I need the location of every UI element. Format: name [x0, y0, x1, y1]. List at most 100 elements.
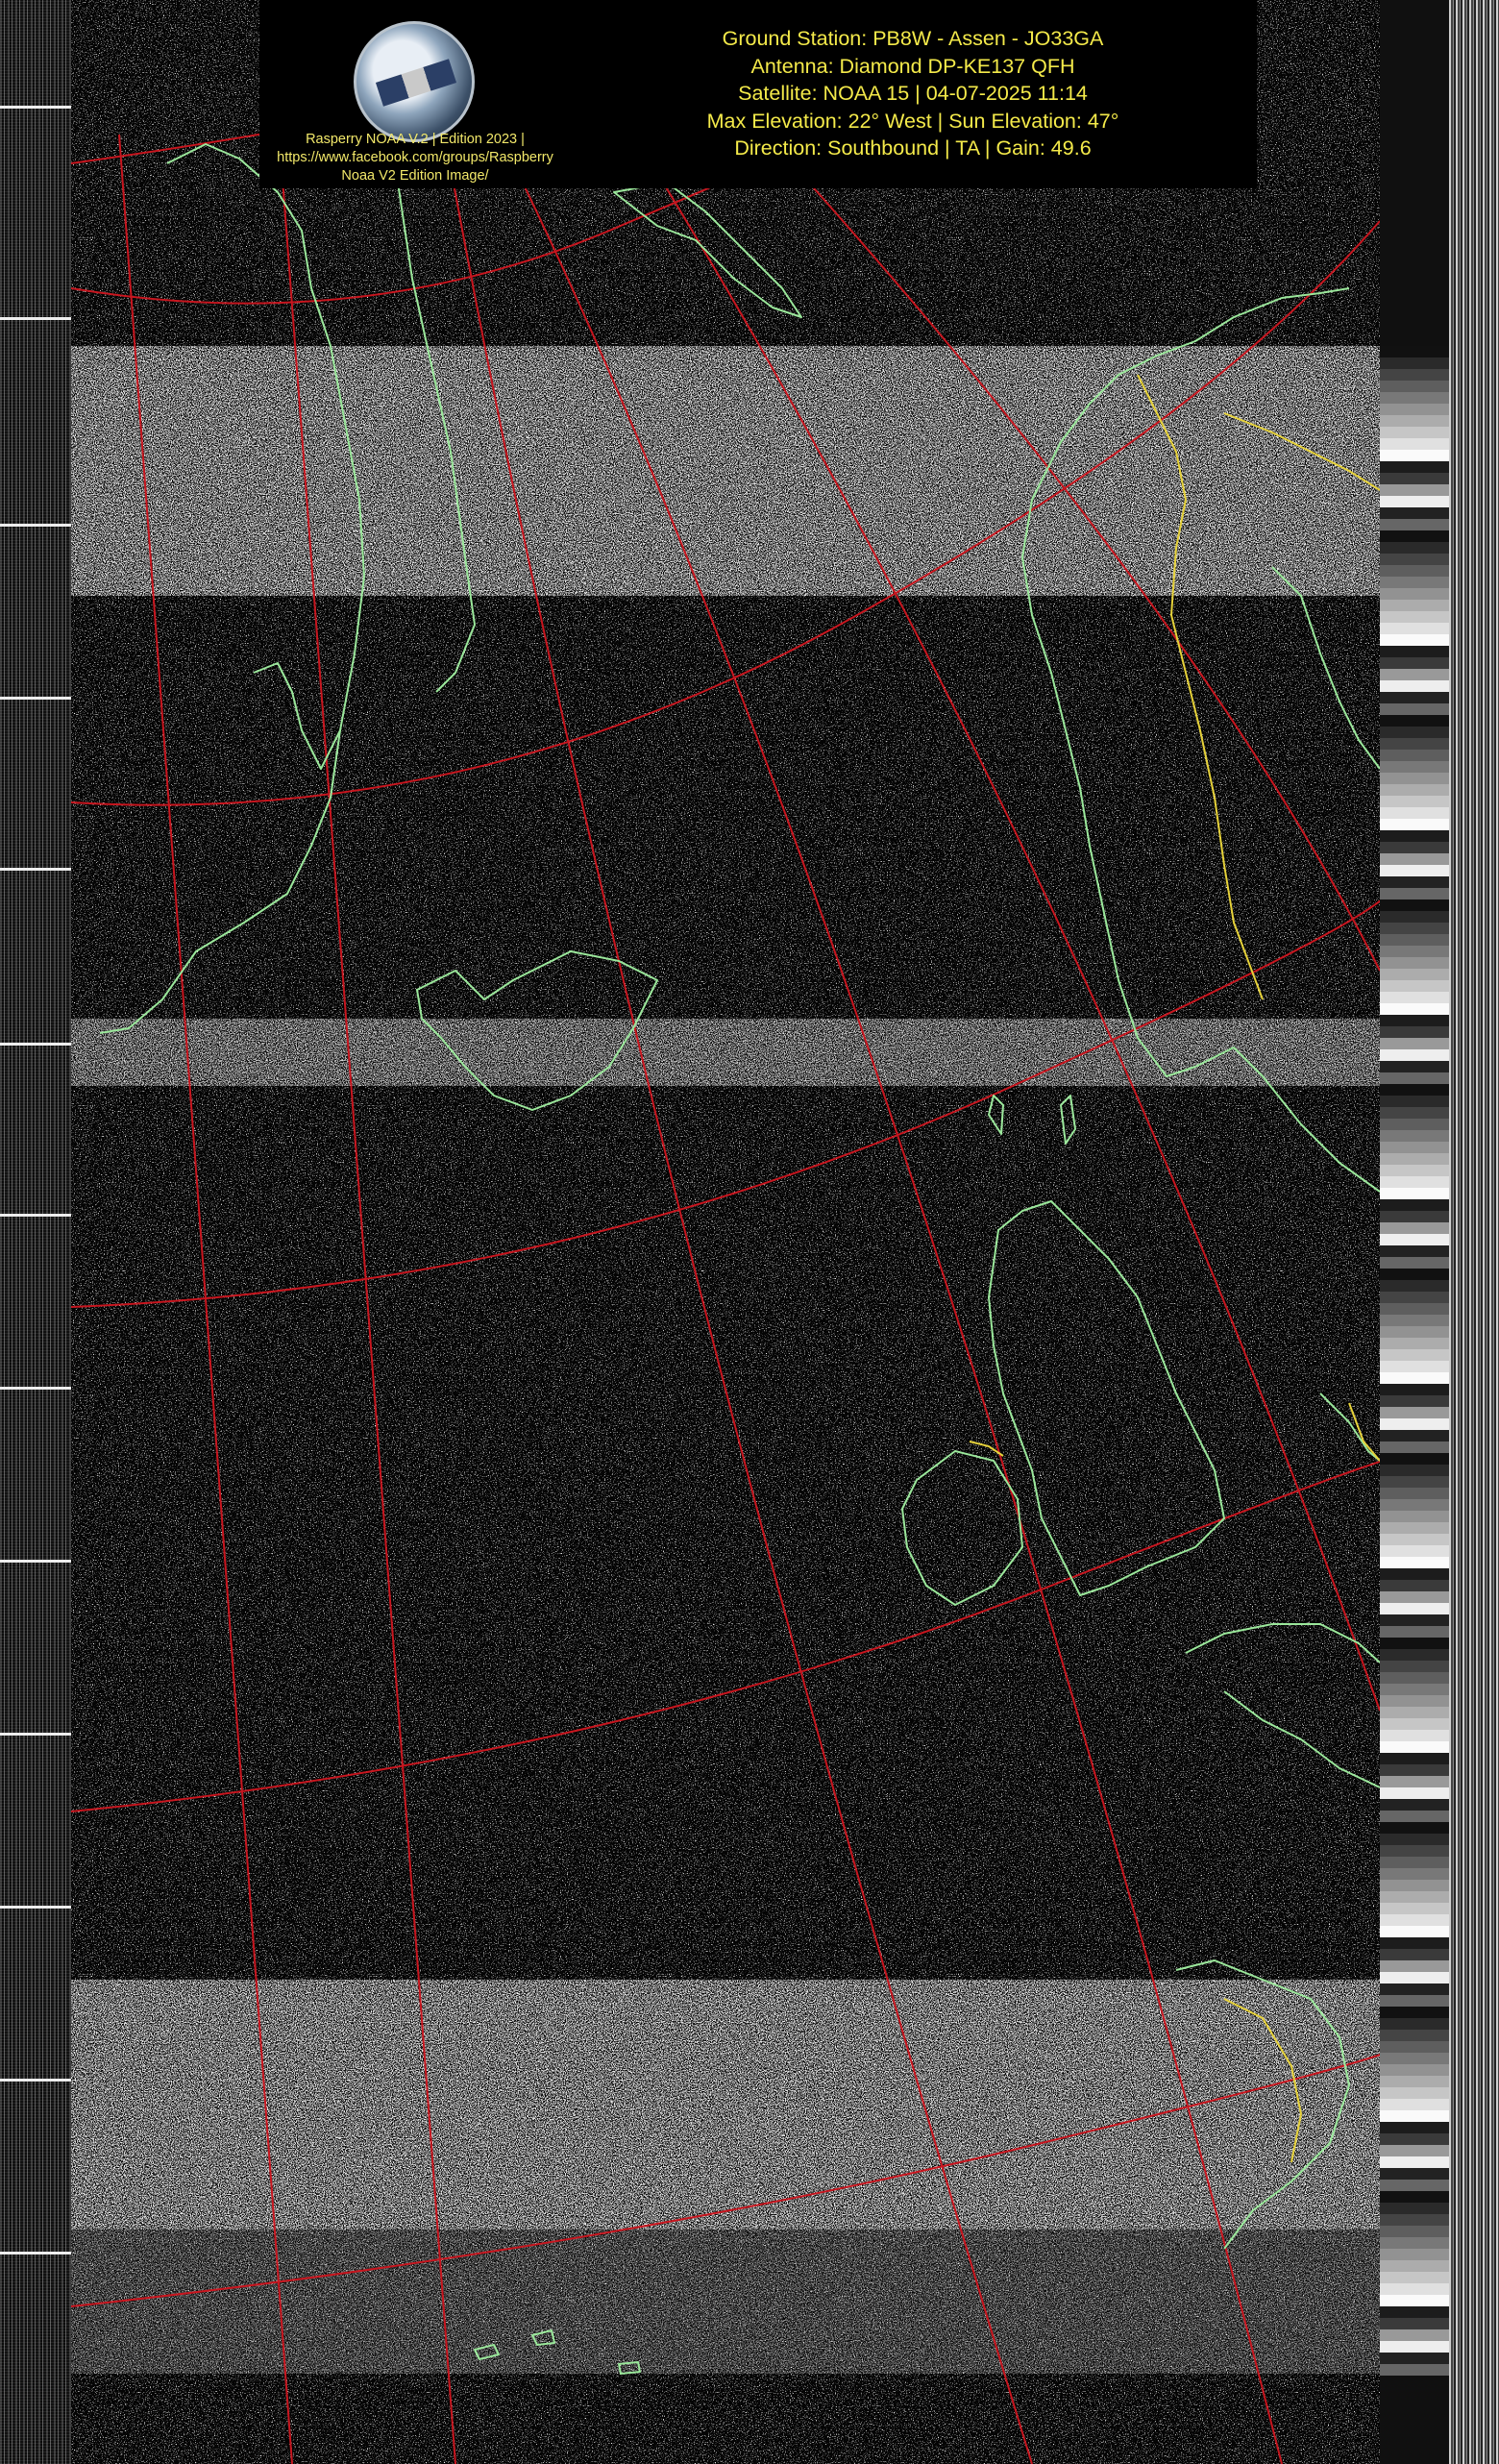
telemetry-wedge [1380, 888, 1449, 899]
credit-block: Rasperry NOAA V.2 | Edition 2023 | https… [258, 131, 573, 185]
telemetry-wedge [1380, 1303, 1449, 1315]
telemetry-wedge [1380, 2341, 1449, 2353]
telemetry-wedge [1380, 669, 1449, 680]
telemetry-wedge [1380, 1972, 1449, 1984]
telemetry-wedge [1380, 899, 1449, 911]
telemetry-wedge [1380, 2237, 1449, 2249]
telemetry-wedge [1380, 623, 1449, 634]
telemetry-wedge [1380, 1395, 1449, 1407]
telemetry-wedge [1380, 819, 1449, 830]
telemetry-wedge [1380, 657, 1449, 669]
telemetry-wedge [1380, 2145, 1449, 2156]
telemetry-wedge [1380, 2226, 1449, 2237]
telemetry-wedge [1380, 1926, 1449, 1937]
telemetry-wedge [1380, 738, 1449, 750]
telemetry-wedge [1380, 2191, 1449, 2203]
telemetry-wedge [1380, 1603, 1449, 1614]
telemetry-wedge [1380, 1499, 1449, 1511]
telemetry-wedge [1380, 1799, 1449, 1811]
telemetry-wedge [1380, 1361, 1449, 1372]
telemetry-wedge [1380, 2249, 1449, 2260]
telemetry-wedge [1380, 784, 1449, 796]
telemetry-wedge [1380, 1372, 1449, 1384]
telemetry-wedge [1380, 2156, 1449, 2168]
telemetry-wedge [1380, 2099, 1449, 2110]
telemetry-wedge [1380, 750, 1449, 761]
telemetry-wedge [1380, 1049, 1449, 1061]
telemetry-wedge [1380, 2203, 1449, 2214]
satellite-icon [375, 59, 457, 107]
telemetry-wedge [1380, 392, 1449, 404]
telemetry-wedge [1380, 1534, 1449, 1545]
telemetry-wedge [1380, 1591, 1449, 1603]
telemetry-wedge [1380, 346, 1449, 357]
telemetry-wedge [1380, 934, 1449, 946]
telemetry-wedge [1380, 1730, 1449, 1741]
telemetry-wedge [1380, 980, 1449, 992]
telemetry-wedge [1380, 1349, 1449, 1361]
telemetry-wedge [1380, 796, 1449, 807]
telemetry-wedge [1380, 1142, 1449, 1153]
telemetry-wedge [1380, 1557, 1449, 1568]
credit-line: Rasperry NOAA V.2 | Edition 2023 | [306, 132, 525, 147]
telemetry-wedge [1380, 1061, 1449, 1072]
telemetry-wedge [1380, 1188, 1449, 1199]
minute-marker [0, 2079, 71, 2082]
telemetry-wedge [1380, 611, 1449, 623]
telemetry-wedge [1380, 1315, 1449, 1326]
telemetry-wedge [1380, 1072, 1449, 1084]
ground-station-text: Ground Station: PB8W - Assen - JO33GA [722, 27, 1104, 50]
telemetry-wedge [1380, 461, 1449, 473]
telemetry-wedge [1380, 2306, 1449, 2318]
minute-marker [0, 524, 71, 527]
telemetry-wedge [1380, 1269, 1449, 1280]
telemetry-wedge [1380, 1787, 1449, 1799]
telemetry-wedge [1380, 2041, 1449, 2053]
elevation-text: Max Elevation: 22° West | Sun Elevation:… [706, 109, 1119, 133]
minute-marker [0, 1906, 71, 1909]
telemetry-wedge [1380, 1845, 1449, 1857]
telemetry-wedge [1380, 1776, 1449, 1787]
telemetry-wedge [1380, 2030, 1449, 2041]
telemetry-wedge [1380, 1764, 1449, 1776]
telemetry-wedge [1380, 1707, 1449, 1718]
telemetry-wedge [1380, 1418, 1449, 1430]
telemetry-wedge [1380, 415, 1449, 427]
telemetry-wedge [1380, 957, 1449, 969]
telemetry-wedge [1380, 1465, 1449, 1476]
telemetry-wedge [1380, 2295, 1449, 2306]
telemetry-wedge [1380, 992, 1449, 1003]
telemetry-wedge [1380, 507, 1449, 519]
telemetry-wedge [1380, 1891, 1449, 1903]
telemetry-channel [1380, 0, 1499, 2464]
telemetry-wedge [1380, 761, 1449, 773]
telemetry-wedge [1380, 969, 1449, 980]
telemetry-wedge [1380, 727, 1449, 738]
telemetry-wedge [1380, 450, 1449, 461]
telemetry-wedge [1380, 715, 1449, 727]
telemetry-wedge [1380, 1614, 1449, 1626]
telemetry-wedge [1380, 565, 1449, 577]
minute-marker [0, 697, 71, 700]
telemetry-wedge [1380, 1649, 1449, 1661]
telemetry-wedge [1380, 1407, 1449, 1418]
telemetry-wedge [1380, 1949, 1449, 1960]
telemetry-wedge [1380, 1084, 1449, 1096]
minute-marker [0, 1387, 71, 1390]
telemetry-wedge [1380, 1741, 1449, 1753]
telemetry-wedge [1380, 2064, 1449, 2076]
telemetry-wedge [1380, 703, 1449, 715]
telemetry-wedge [1380, 1326, 1449, 1338]
telemetry-wedge [1380, 1153, 1449, 1165]
weather-satellites-logo [354, 21, 475, 142]
telemetry-wedge [1380, 1718, 1449, 1730]
telemetry-wedge [1380, 2122, 1449, 2133]
telemetry-wedge [1380, 1868, 1449, 1880]
telemetry-wedge [1380, 2353, 1449, 2364]
telemetry-wedge [1380, 1199, 1449, 1211]
telemetry-wedge [1380, 1937, 1449, 1949]
telemetry-wedge [1380, 369, 1449, 381]
telemetry-wedge [1380, 1753, 1449, 1764]
telemetry-wedge [1380, 1522, 1449, 1534]
telemetry-wedge [1380, 946, 1449, 957]
